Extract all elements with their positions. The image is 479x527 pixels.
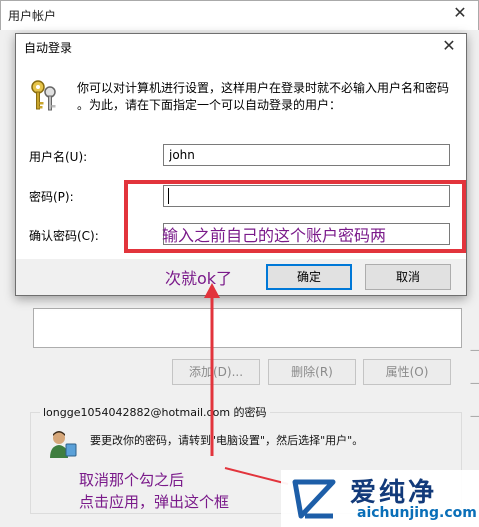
uncheck-annotation-line2: 点击应用，弹出这个框 — [79, 493, 230, 511]
uncheck-annotation-line1: 取消那个勾之后 — [79, 471, 185, 489]
brand-watermark-url: aichunjing.com — [357, 505, 477, 521]
brand-logo-icon — [289, 476, 339, 522]
brand-watermark-text: 爱纯净 — [350, 478, 438, 508]
annotation-arrows — [204, 283, 289, 485]
